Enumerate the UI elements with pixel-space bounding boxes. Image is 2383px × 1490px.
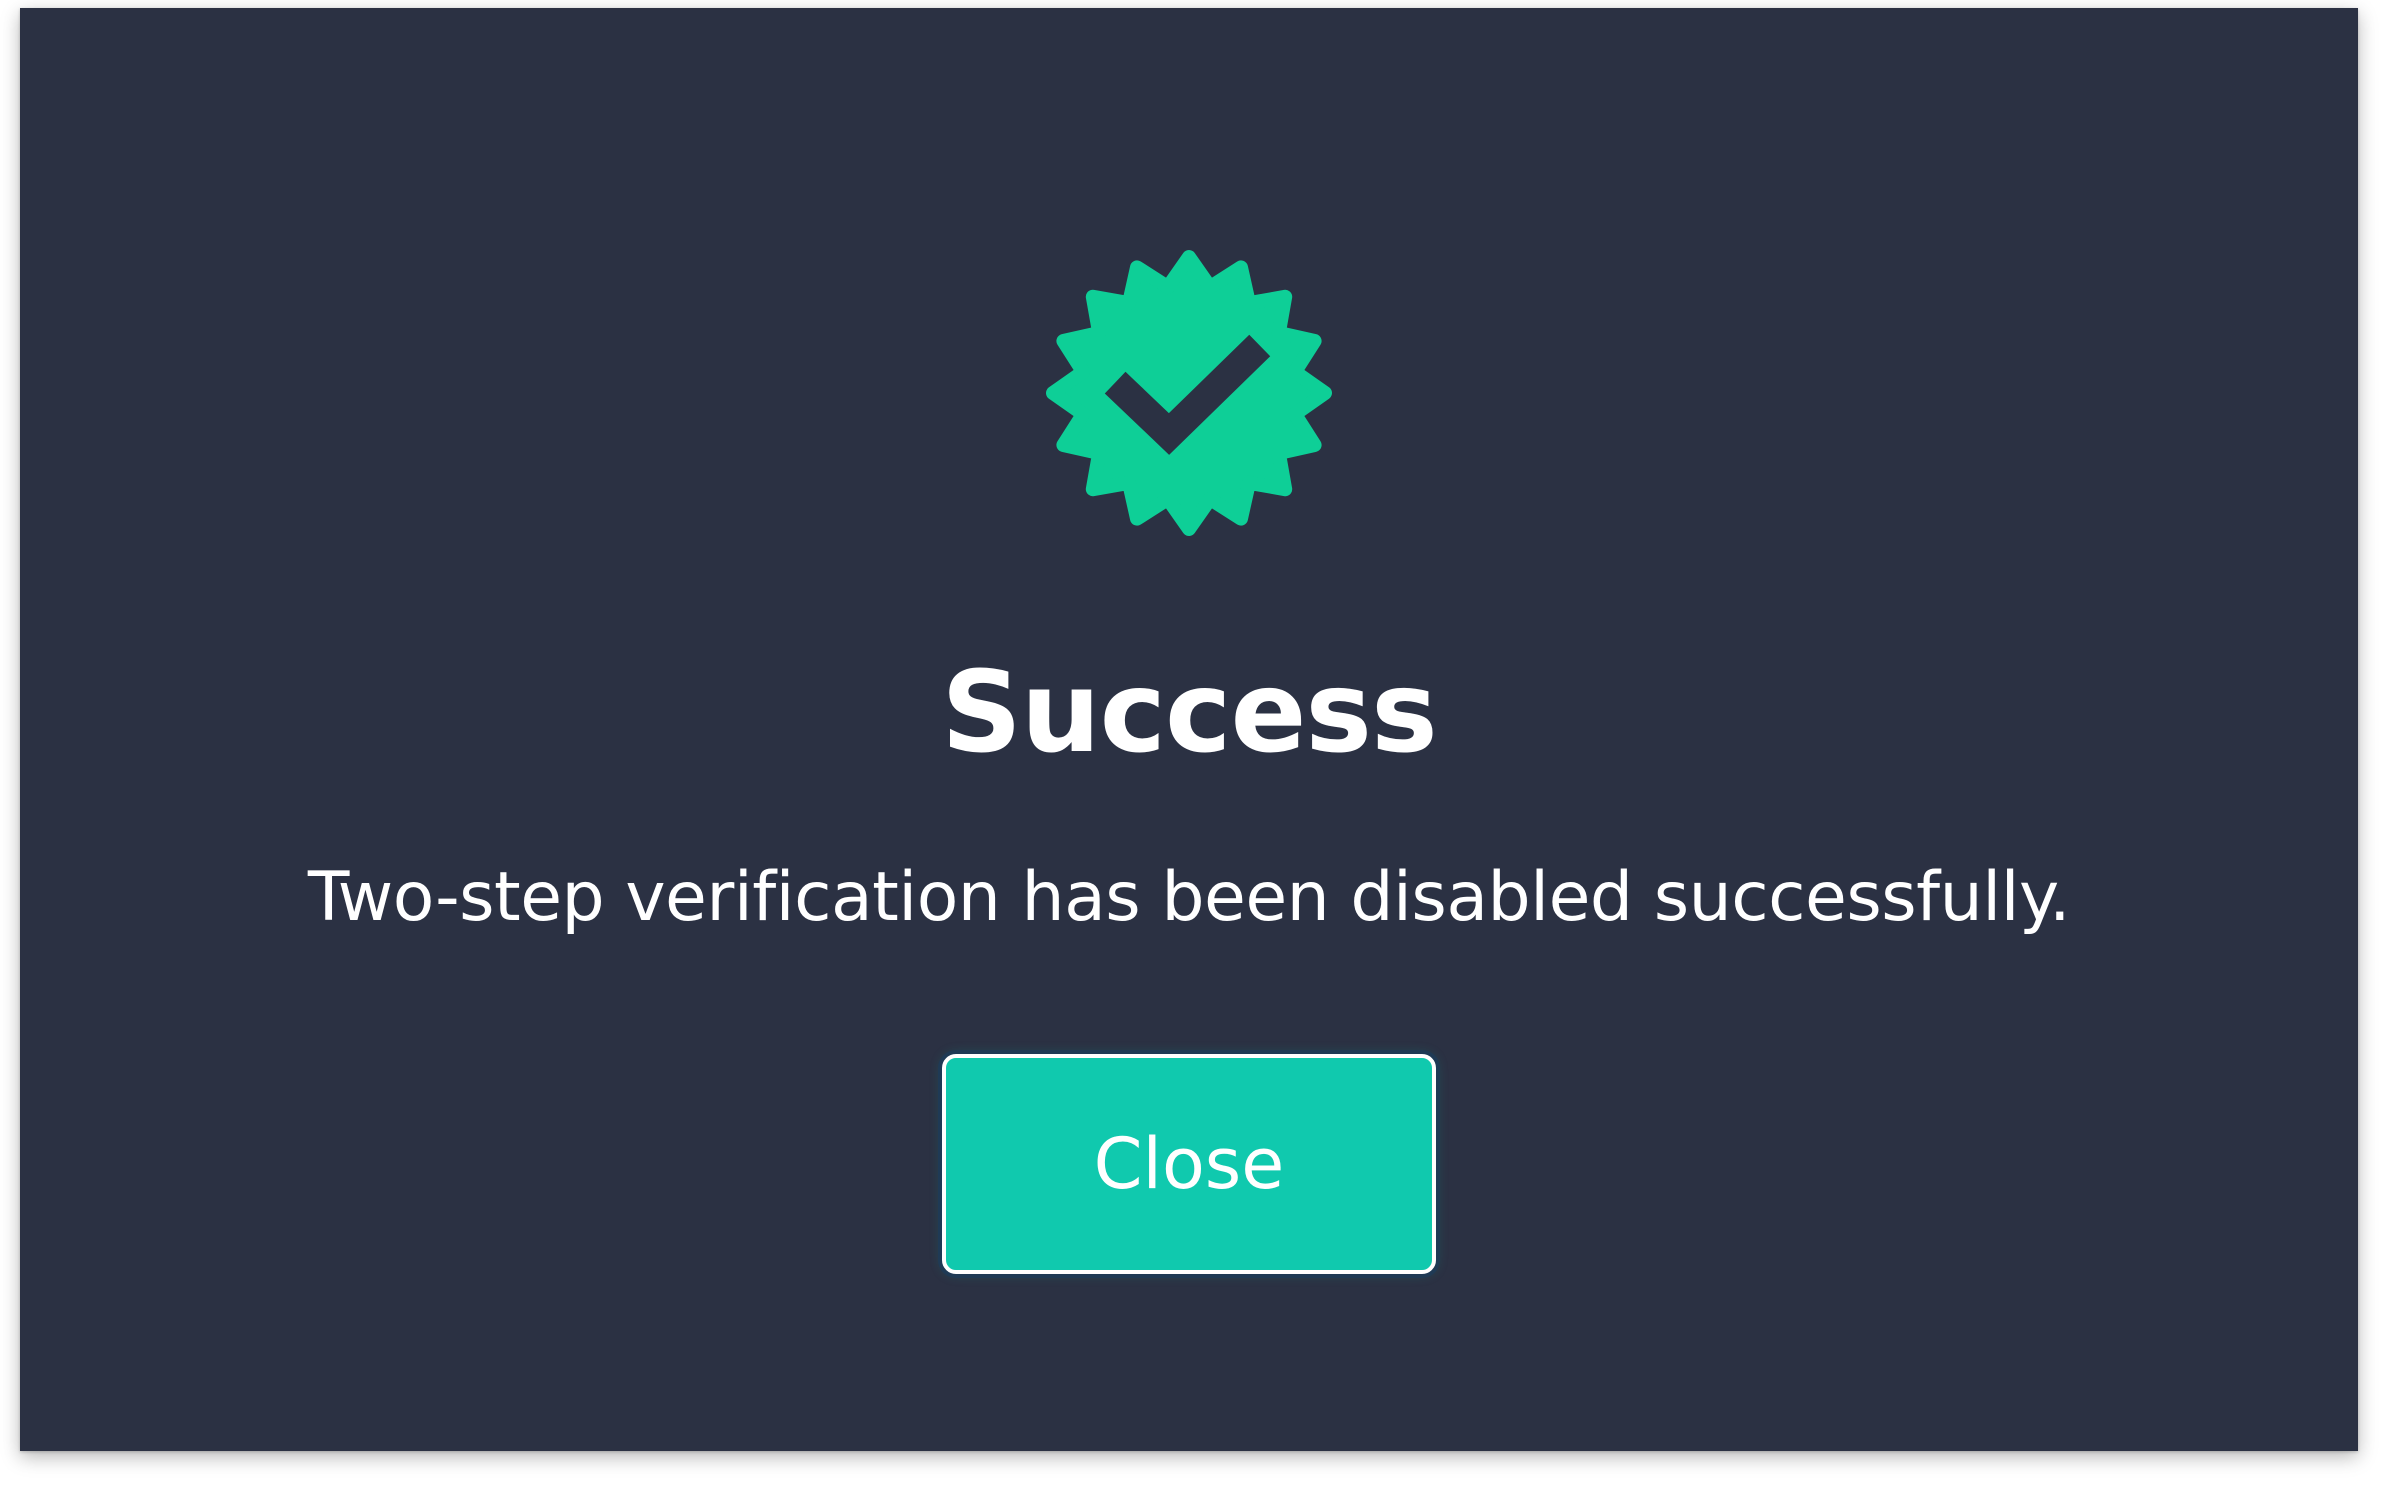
dialog-title: Success <box>941 648 1437 778</box>
verified-badge-icon <box>1044 248 1334 538</box>
close-button[interactable]: Close <box>942 1054 1436 1274</box>
success-dialog: Success Two-step verification has been d… <box>20 8 2358 1451</box>
dialog-message: Two-step verification has been disabled … <box>307 858 2071 937</box>
